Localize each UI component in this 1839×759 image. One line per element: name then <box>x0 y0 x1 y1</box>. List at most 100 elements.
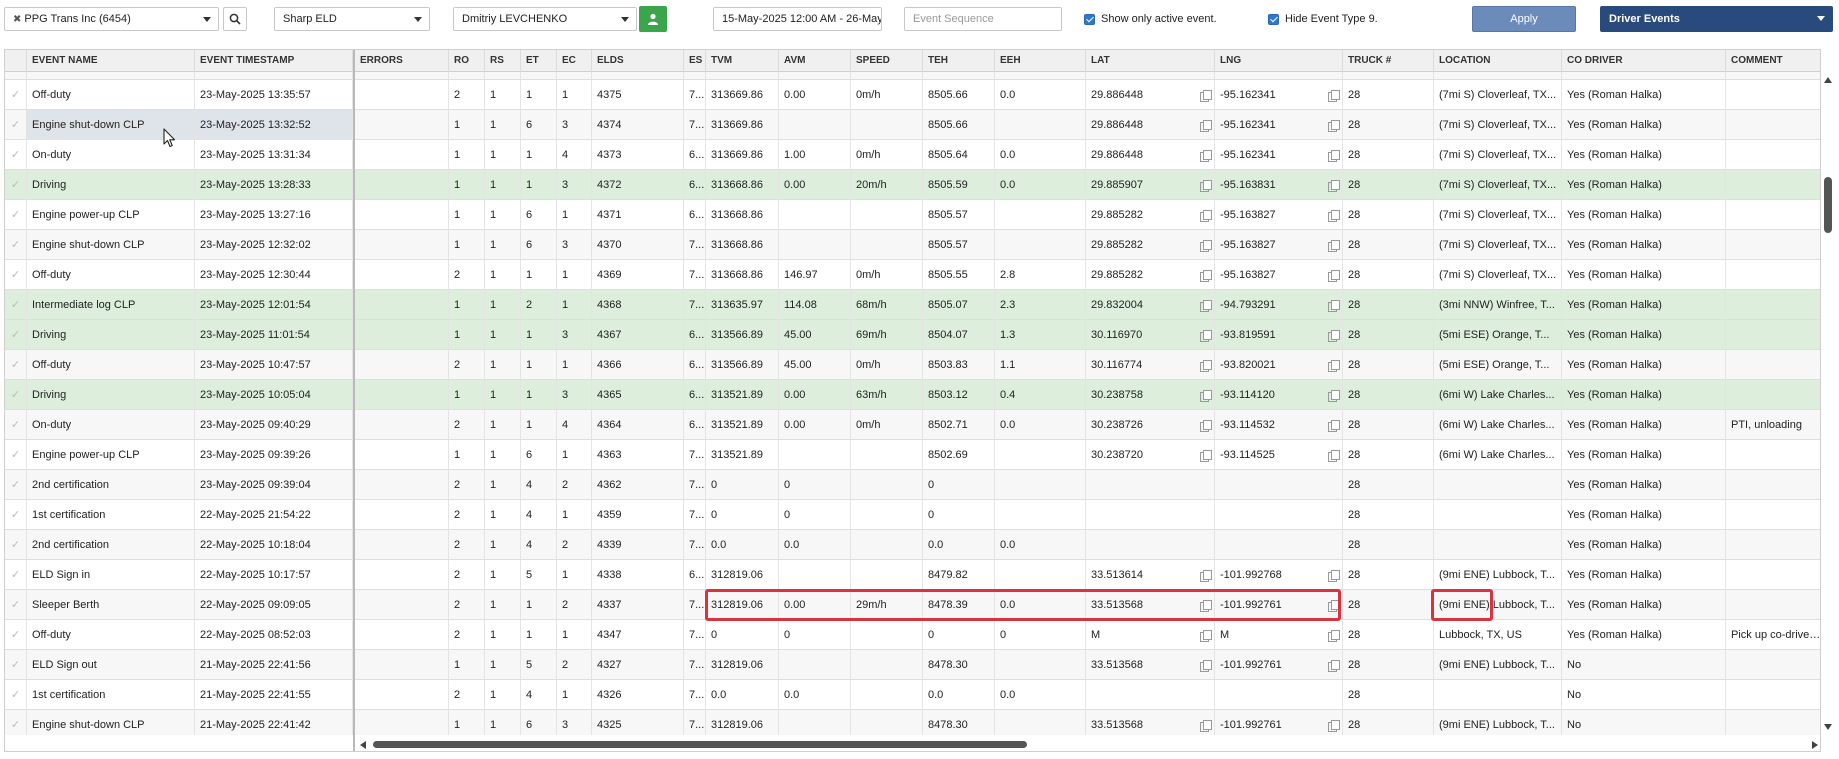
table-row[interactable]: ✓ Off-duty 23-May-2025 10:47:57 2 1 1 1 4366 6..… <box>5 350 1820 380</box>
column-header[interactable]: ELDS <box>592 50 684 72</box>
scroll-right-icon[interactable] <box>1812 741 1818 749</box>
row-check-icon[interactable]: ✓ <box>5 200 27 230</box>
table-row[interactable]: ✓ Engine power-up CLP 23-May-2025 09:39:26… <box>5 440 1820 470</box>
table-row[interactable]: ✓ On-duty 23-May-2025 09:40:29 2 1 1 4 4364 6...… <box>5 410 1820 440</box>
column-header[interactable]: EVENT TIMESTAMP <box>195 50 353 72</box>
column-header[interactable]: TEH <box>923 50 995 72</box>
show-only-active-checkbox[interactable]: Show only active event. <box>1084 13 1217 25</box>
copy-icon[interactable] <box>1200 210 1212 222</box>
table-row[interactable]: ✓ Intermediate log CLP 23-May-2025 12:01:5… <box>5 290 1820 320</box>
copy-icon[interactable] <box>1200 180 1212 192</box>
table-row[interactable]: ✓ 1st certification 22-May-2025 21:54:22 2 1… <box>5 500 1820 530</box>
copy-icon[interactable] <box>1328 600 1340 612</box>
copy-icon[interactable] <box>1200 360 1212 372</box>
column-header[interactable]: SPEED <box>851 50 923 72</box>
column-header[interactable]: EEH <box>995 50 1086 72</box>
table-row[interactable]: ✓ ELD Sign out 21-May-2025 22:41:56 1 1 5 2 432… <box>5 650 1820 680</box>
copy-icon[interactable] <box>1200 150 1212 162</box>
table-row[interactable]: ✓ 1st certification 21-May-2025 22:41:55 2 1… <box>5 680 1820 710</box>
copy-icon[interactable] <box>1328 300 1340 312</box>
clear-icon[interactable]: ✖ <box>13 14 21 25</box>
copy-icon[interactable] <box>1200 120 1212 132</box>
column-header[interactable]: TVM <box>706 50 779 72</box>
copy-icon[interactable] <box>1200 720 1212 732</box>
copy-icon[interactable] <box>1328 720 1340 732</box>
hide-event-type-checkbox[interactable]: Hide Event Type 9. <box>1268 13 1378 25</box>
row-check-icon[interactable]: ✓ <box>5 500 27 530</box>
copy-icon[interactable] <box>1200 240 1212 252</box>
driver-select[interactable]: Dmitriy LEVCHENKO <box>453 7 637 31</box>
copy-icon[interactable] <box>1200 660 1212 672</box>
column-header[interactable]: LNG <box>1215 50 1343 72</box>
copy-icon[interactable] <box>1328 390 1340 402</box>
horizontal-scroll-thumb[interactable] <box>373 741 1027 748</box>
copy-icon[interactable] <box>1328 630 1340 642</box>
row-check-icon[interactable]: ✓ <box>5 380 27 410</box>
copy-icon[interactable] <box>1200 390 1212 402</box>
scroll-down-icon[interactable] <box>1824 724 1832 730</box>
copy-icon[interactable] <box>1328 570 1340 582</box>
copy-icon[interactable] <box>1328 660 1340 672</box>
table-row[interactable]: ✓ Off-duty 23-May-2025 13:35:57 2 1 1 1 4375 7..… <box>5 80 1820 110</box>
row-check-icon[interactable]: ✓ <box>5 350 27 380</box>
copy-icon[interactable] <box>1200 90 1212 102</box>
column-header[interactable]: RS <box>485 50 521 72</box>
copy-icon[interactable] <box>1328 270 1340 282</box>
table-row[interactable]: ✓ Sleeper Berth 22-May-2025 09:09:05 2 1 1 2 43… <box>5 590 1820 620</box>
table-row[interactable]: ✓ Driving 23-May-2025 13:28:33 1 1 1 3 4372 6...… <box>5 170 1820 200</box>
copy-icon[interactable] <box>1328 210 1340 222</box>
column-header[interactable]: ES <box>684 50 706 72</box>
copy-icon[interactable] <box>1328 150 1340 162</box>
copy-icon[interactable] <box>1328 180 1340 192</box>
vertical-scrollbar[interactable] <box>1821 71 1835 736</box>
table-row[interactable]: ✓ 2nd certification 22-May-2025 10:18:04 2 1… <box>5 530 1820 560</box>
table-row[interactable]: ✓ Driving 23-May-2025 10:05:04 1 1 1 3 4365 6...… <box>5 380 1820 410</box>
copy-icon[interactable] <box>1328 240 1340 252</box>
column-header[interactable]: AVM <box>779 50 851 72</box>
table-row[interactable]: ✓Engine power-up CLP23-May-2025 13:37:16… <box>5 72 1820 80</box>
row-check-icon[interactable]: ✓ <box>5 620 27 650</box>
row-check-icon[interactable]: ✓ <box>5 470 27 500</box>
view-select[interactable]: Driver Events <box>1600 6 1833 32</box>
row-check-icon[interactable]: ✓ <box>5 320 27 350</box>
column-header[interactable]: LOCATION <box>1434 50 1562 72</box>
table-row[interactable]: ✓ Engine shut-down CLP 23-May-2025 12:32:0… <box>5 230 1820 260</box>
column-header[interactable]: CO DRIVER <box>1562 50 1726 72</box>
company-select[interactable]: ✖ PPG Trans Inc (6454) <box>4 7 219 31</box>
column-header[interactable]: EC <box>557 50 592 72</box>
date-range-input[interactable]: 15-May-2025 12:00 AM - 26-May <box>713 7 882 31</box>
row-check-icon[interactable]: ✓ <box>5 710 27 735</box>
copy-icon[interactable] <box>1200 270 1212 282</box>
row-check-icon[interactable]: ✓ <box>5 140 27 170</box>
apply-button[interactable]: Apply <box>1472 6 1576 32</box>
horizontal-scrollbar[interactable] <box>357 738 1820 751</box>
table-row[interactable]: ✓ Off-duty 23-May-2025 12:30:44 2 1 1 1 4369 7..… <box>5 260 1820 290</box>
scroll-left-icon[interactable] <box>360 741 366 749</box>
copy-icon[interactable] <box>1328 420 1340 432</box>
row-check-icon[interactable]: ✓ <box>5 260 27 290</box>
row-check-icon[interactable]: ✓ <box>5 410 27 440</box>
row-check-icon[interactable]: ✓ <box>5 680 27 710</box>
copy-icon[interactable] <box>1200 600 1212 612</box>
copy-icon[interactable] <box>1328 120 1340 132</box>
row-check-icon[interactable]: ✓ <box>5 230 27 260</box>
copy-icon[interactable] <box>1328 450 1340 462</box>
row-check-icon[interactable]: ✓ <box>5 560 27 590</box>
table-row[interactable]: ✓ ELD Sign in 22-May-2025 10:17:57 2 1 5 1 4338… <box>5 560 1820 590</box>
column-header[interactable]: ERRORS <box>355 50 449 72</box>
copy-icon[interactable] <box>1328 360 1340 372</box>
column-header[interactable]: RO <box>449 50 485 72</box>
provider-select[interactable]: Sharp ELD <box>274 7 430 31</box>
row-check-icon[interactable]: ✓ <box>5 290 27 320</box>
copy-icon[interactable] <box>1200 420 1212 432</box>
row-check-icon[interactable]: ✓ <box>5 590 27 620</box>
table-row[interactable]: ✓ Engine shut-down CLP 23-May-2025 13:32:5… <box>5 110 1820 140</box>
row-check-icon[interactable]: ✓ <box>5 170 27 200</box>
table-row[interactable]: ✓ Off-duty 22-May-2025 08:52:03 2 1 1 1 4347 7..… <box>5 620 1820 650</box>
table-row[interactable]: ✓ Engine power-up CLP 23-May-2025 13:27:16… <box>5 200 1820 230</box>
column-header[interactable]: EVENT NAME <box>27 50 195 72</box>
table-row[interactable]: ✓ 2nd certification 23-May-2025 09:39:04 2 1… <box>5 470 1820 500</box>
copy-icon[interactable] <box>1200 630 1212 642</box>
event-sequence-input[interactable]: Event Sequence <box>904 7 1062 31</box>
table-row[interactable]: ✓ Engine shut-down CLP 21-May-2025 22:41:4… <box>5 710 1820 735</box>
